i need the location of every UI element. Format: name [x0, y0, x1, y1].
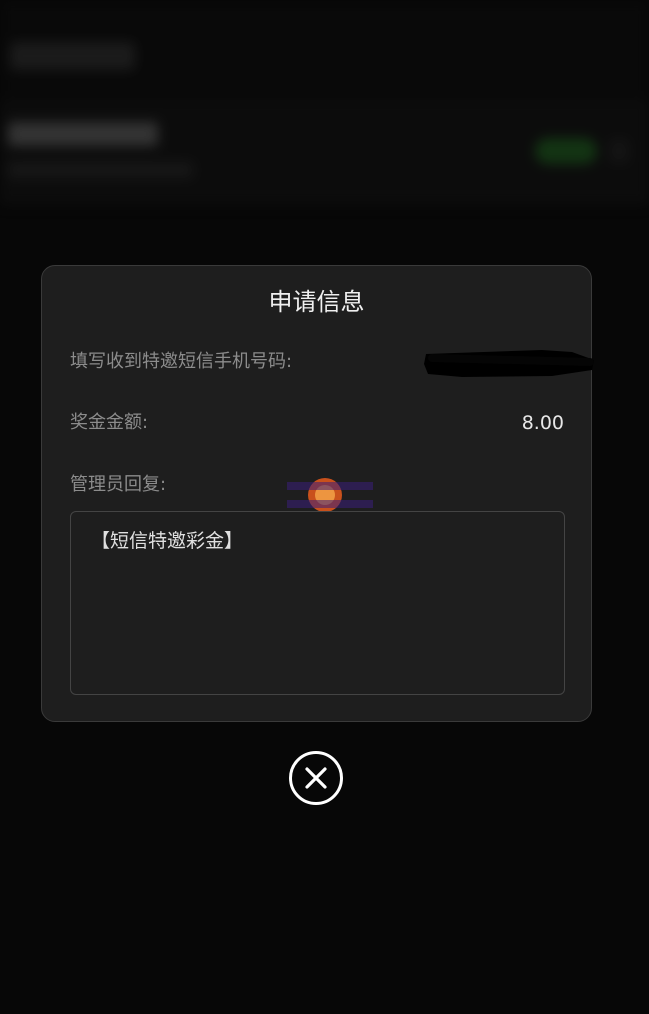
close-button[interactable] [289, 751, 343, 805]
bonus-amount-value: 8.00 [521, 412, 564, 434]
dialog-title: 申请信息 [268, 288, 365, 316]
admin-reply-label: 管理员回复: [70, 474, 167, 495]
admin-reply-box[interactable]: 【短信特邀彩金】 [70, 511, 565, 695]
application-info-dialog: 申请信息 填写收到特邀短信手机号码: 奖金金额: 8.00 管理员回复: 【短信… [41, 265, 594, 722]
watermark-logo-icon [287, 478, 373, 512]
close-circle-icon [305, 767, 327, 789]
bonus-amount-label: 奖金金额: [70, 412, 149, 433]
phone-number-label: 填写收到特邀短信手机号码: [70, 351, 293, 372]
phone-number-redaction [424, 350, 594, 377]
screen: 申请信息 填写收到特邀短信手机号码: 奖金金额: 8.00 管理员回复: 【短信… [0, 0, 649, 1014]
